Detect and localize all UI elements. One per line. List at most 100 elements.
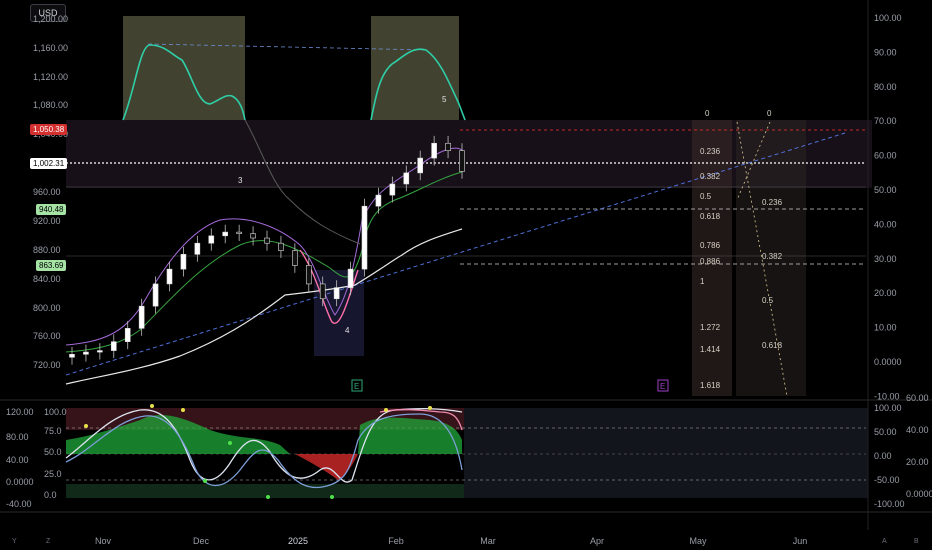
candle-body bbox=[264, 237, 270, 244]
osc-dot bbox=[428, 406, 432, 410]
left-tick-label: 1,080.00 bbox=[33, 100, 68, 110]
candle-body bbox=[97, 350, 103, 353]
right-tick-label: 100.00 bbox=[874, 13, 902, 23]
candle-body bbox=[431, 142, 437, 159]
peak-box-2 bbox=[371, 16, 459, 120]
lower-band bbox=[314, 270, 364, 356]
earnings-label-2: E bbox=[660, 382, 665, 391]
x-axis-ticks: Nov Dec 2025 Feb Mar Apr May Jun bbox=[95, 536, 807, 546]
x-tick-label: Dec bbox=[193, 536, 210, 546]
osc-far-right-tick-label: 0.0000 bbox=[906, 489, 932, 499]
osc-left-tick-label: 120.00 bbox=[6, 407, 34, 417]
osc-right-tick-label: -50.00 bbox=[874, 475, 900, 485]
price-badge-green-1: 940.48 bbox=[36, 204, 67, 215]
price-badge-white: 1,002.31 bbox=[30, 158, 68, 169]
fib-left-level: 0.382 bbox=[700, 172, 721, 181]
osc-left-tick-label: 25.0 bbox=[44, 469, 62, 479]
candle-body bbox=[347, 268, 354, 288]
osc-dot bbox=[384, 408, 388, 412]
left-tick-label: 1,200.00 bbox=[33, 14, 68, 24]
earnings-label-1: E bbox=[354, 382, 359, 391]
left-tick-label: 920.00 bbox=[33, 216, 61, 226]
osc-left-tick-label: 40.00 bbox=[6, 455, 29, 465]
candle-body bbox=[278, 242, 284, 251]
candle-body bbox=[459, 150, 465, 172]
x-tick-label: Nov bbox=[95, 536, 112, 546]
left-tick-label: 760.00 bbox=[33, 331, 61, 341]
osc-future-zone bbox=[464, 408, 868, 498]
fib-left-level: 1.618 bbox=[700, 381, 721, 390]
price-badge-red: 1,050.38 bbox=[30, 124, 68, 135]
right-tick-label: 10.00 bbox=[874, 323, 897, 333]
candle-body bbox=[208, 235, 215, 244]
candle-body bbox=[138, 305, 145, 329]
osc-dot bbox=[228, 441, 232, 445]
osc-dot bbox=[203, 479, 207, 483]
osc-left-ticks: 120.00 100.0 80.00 75.0 40.00 50.0 0.0000 25.0 0… bbox=[6, 407, 67, 509]
left-tick-label: 720.00 bbox=[33, 360, 61, 370]
osc-right-ticks: 100.00 50.00 0.00 -50.00 -100.00 bbox=[874, 403, 905, 509]
osc-far-right-ticks: 60.00 40.00 20.00 0.0000 bbox=[906, 393, 932, 499]
candle-body bbox=[292, 250, 298, 266]
candle-body bbox=[445, 142, 451, 151]
fib-left-level: 0.236 bbox=[700, 147, 721, 156]
osc-dot bbox=[150, 404, 154, 408]
fib-right-top: 0 bbox=[767, 109, 772, 118]
candle-body bbox=[333, 287, 340, 300]
x-tick-label: Jun bbox=[793, 536, 808, 546]
fib-left-level: 1.272 bbox=[700, 323, 721, 332]
fib-left-level: 0.786 bbox=[700, 241, 721, 250]
osc-dot bbox=[330, 495, 334, 499]
left-tick-label: 960.00 bbox=[33, 187, 61, 197]
fib-left-level: 0.5 bbox=[700, 192, 712, 201]
corner-label-right[interactable]: B bbox=[914, 538, 919, 545]
candle-body bbox=[361, 205, 368, 270]
wave-label-3: 3 bbox=[238, 176, 243, 185]
osc-left-tick-label: 0.0000 bbox=[6, 477, 34, 487]
fib-left-level: 0.618 bbox=[700, 212, 721, 221]
osc-left-tick-label: 80.00 bbox=[6, 432, 29, 442]
osc-right-tick-label: -100.00 bbox=[874, 499, 905, 509]
chart-stage: { "toolbar": {"currency": "USD"}, "price… bbox=[0, 0, 932, 550]
corner-label-auto[interactable]: A bbox=[882, 538, 887, 545]
osc-far-right-tick-label: 20.00 bbox=[906, 457, 929, 467]
fib-left-level: 1.414 bbox=[700, 345, 721, 354]
osc-left-tick-label: 75.0 bbox=[44, 426, 62, 436]
osc-left-tick-label: 0.0 bbox=[44, 490, 57, 500]
x-tick-label: Feb bbox=[388, 536, 404, 546]
right-tick-label: 70.00 bbox=[874, 116, 897, 126]
x-tick-label: May bbox=[689, 536, 707, 546]
peak-box-1 bbox=[123, 16, 245, 120]
fib-right-level: 0.382 bbox=[762, 252, 783, 261]
osc-left-tick-label: -40.00 bbox=[6, 499, 32, 509]
candle-body bbox=[417, 157, 424, 174]
x-tick-label: Apr bbox=[590, 536, 604, 546]
fib-left-level: 0.886 bbox=[700, 257, 721, 266]
corner-label-y[interactable]: Y bbox=[12, 538, 17, 545]
right-tick-label: 90.00 bbox=[874, 47, 897, 57]
candle-body bbox=[69, 353, 75, 358]
candle-body bbox=[180, 254, 187, 270]
candle-body bbox=[403, 172, 410, 185]
candle-body bbox=[250, 233, 256, 239]
fib-right-level: 0.618 bbox=[762, 341, 783, 350]
candle-body bbox=[83, 351, 89, 355]
left-tick-label: 800.00 bbox=[33, 303, 61, 313]
right-tick-label: -10.00 bbox=[874, 391, 900, 401]
left-tick-label: 1,160.00 bbox=[33, 43, 68, 53]
left-tick-label: 1,120.00 bbox=[33, 72, 68, 82]
candle-body bbox=[305, 265, 312, 285]
right-tick-label: 0.0000 bbox=[874, 357, 902, 367]
chart-svg: 3 4 5 0.236 0.382 0.5 0.618 0.786 0.886 1 1.272… bbox=[0, 0, 932, 546]
osc-oversold-zone bbox=[66, 484, 464, 498]
fib-right-level: 0.5 bbox=[762, 296, 774, 305]
price-badge-green-2: 863.69 bbox=[36, 260, 67, 271]
candle-body bbox=[236, 231, 242, 234]
candle-body bbox=[110, 341, 117, 351]
corner-label-gear[interactable]: Z bbox=[46, 538, 50, 545]
right-tick-label: 30.00 bbox=[874, 254, 897, 264]
osc-right-tick-label: 100.00 bbox=[874, 403, 902, 413]
osc-right-tick-label: 0.00 bbox=[874, 451, 892, 461]
osc-far-right-tick-label: 40.00 bbox=[906, 425, 929, 435]
osc-left-tick-label: 100.0 bbox=[44, 407, 67, 417]
